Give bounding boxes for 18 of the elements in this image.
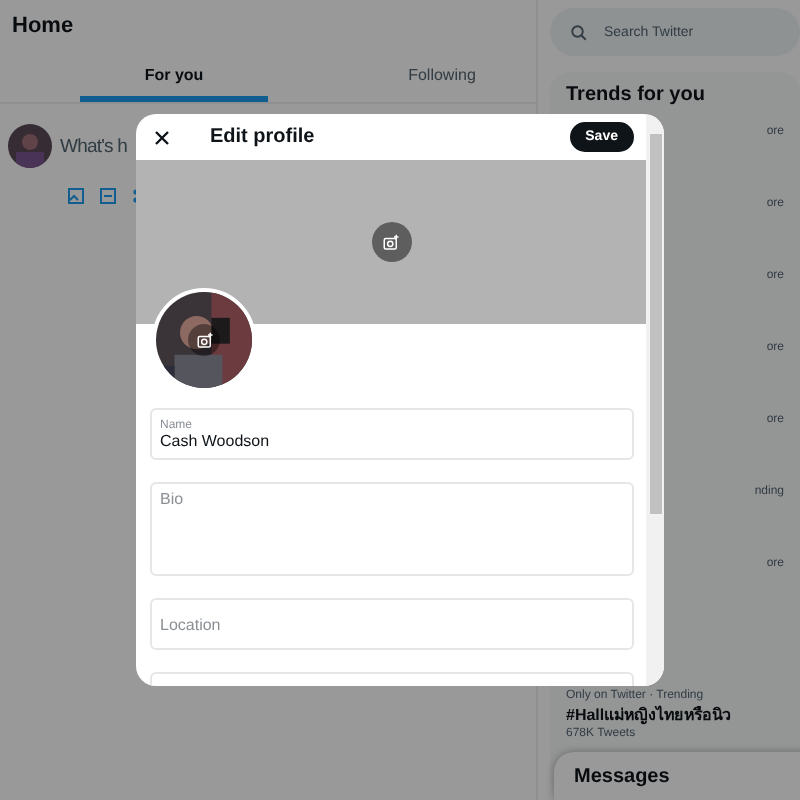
trend-hashtag[interactable]: #Hallแม่หญิงไทยหรือนิว [566,702,784,728]
messages-drawer[interactable]: Messages [554,752,800,800]
dialog-title: Edit profile [210,126,317,149]
feed-tab[interactable]: Following [348,58,536,102]
image-icon[interactable] [68,188,84,204]
compose-placeholder[interactable]: What's h [60,135,127,157]
field-value[interactable]: Cash Woodson [160,431,624,449]
search-icon [570,23,588,41]
profile-field[interactable] [150,672,634,686]
feed-tab[interactable]: For you [80,58,268,102]
close-button[interactable] [150,125,174,150]
trends-title: Trends for you [566,84,707,106]
camera-add-icon [195,331,213,349]
banner-photo-button[interactable] [371,222,411,263]
camera-add-icon [382,233,400,252]
page-title: Home [10,12,76,42]
avatar-photo-button[interactable] [188,324,220,356]
gif-icon[interactable] [100,188,116,204]
